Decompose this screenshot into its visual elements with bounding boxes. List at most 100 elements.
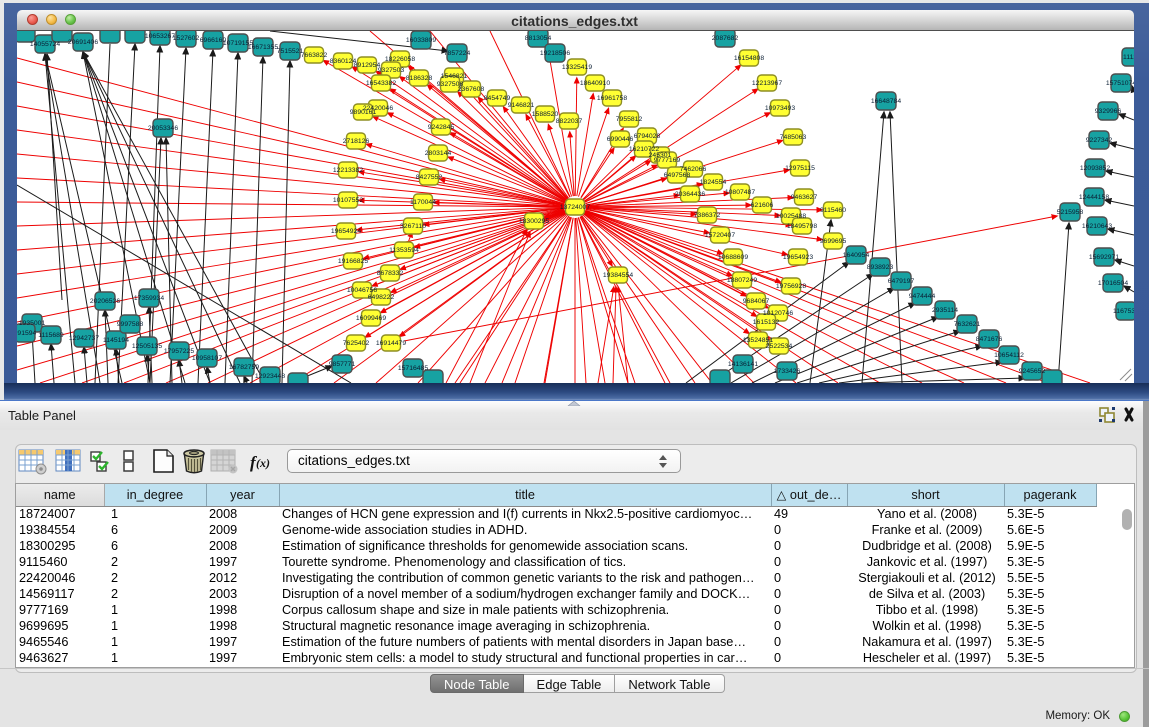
svg-text:16099469: 16099469	[356, 315, 386, 322]
svg-text:12505135: 12505135	[132, 343, 162, 350]
svg-text:9777169: 9777169	[654, 157, 681, 164]
svg-text:6498222: 6498222	[368, 294, 395, 301]
svg-text:1733426: 1733426	[774, 368, 801, 375]
svg-text:5215958: 5215958	[1057, 209, 1084, 216]
svg-text:7485063: 7485063	[780, 134, 807, 141]
svg-text:19166825: 19166825	[338, 258, 368, 265]
svg-text:12213382: 12213382	[333, 167, 363, 174]
svg-text:6497568: 6497568	[664, 172, 691, 179]
svg-text:12923448: 12923448	[255, 373, 285, 380]
svg-text:9329966: 9329966	[1095, 108, 1122, 115]
svg-text:16543382: 16543382	[366, 80, 396, 87]
svg-text:1615132: 1615132	[753, 319, 780, 326]
svg-text:9115460: 9115460	[820, 207, 846, 214]
svg-text:10958107: 10958107	[192, 355, 222, 362]
svg-text:19654924: 19654924	[331, 228, 361, 235]
svg-text:16961758: 16961758	[597, 95, 627, 102]
svg-text:12975115: 12975115	[785, 165, 815, 172]
svg-text:1935001: 1935001	[19, 320, 46, 327]
svg-text:391594: 391594	[17, 330, 37, 337]
svg-text:18226058: 18226058	[385, 56, 415, 63]
svg-text:6479197: 6479197	[888, 278, 915, 285]
svg-text:2718126: 2718126	[343, 138, 370, 145]
svg-text:9327503: 9327503	[378, 67, 405, 74]
svg-text:(x): (x)	[256, 456, 270, 470]
svg-text:7663822: 7663822	[301, 52, 328, 59]
svg-text:8938923: 8938923	[867, 264, 894, 271]
svg-text:10807487: 10807487	[725, 189, 755, 196]
svg-text:7386372: 7386372	[694, 212, 721, 219]
svg-text:1115689: 1115689	[38, 332, 64, 339]
svg-text:9146821: 9146821	[508, 102, 535, 109]
svg-text:19218506: 19218506	[540, 50, 570, 57]
svg-text:10973493: 10973493	[765, 105, 795, 112]
svg-text:6990446: 6990446	[607, 136, 634, 143]
svg-text:18724007: 18724007	[560, 204, 590, 211]
svg-text:16648784: 16648784	[871, 98, 901, 105]
svg-text:12942737: 12942737	[69, 335, 99, 342]
svg-text:9684067: 9684067	[743, 298, 770, 305]
svg-text:10046756: 10046756	[347, 287, 377, 294]
svg-text:1824554: 1824554	[700, 179, 727, 186]
svg-text:7857224: 7857224	[444, 50, 471, 57]
svg-text:18807249: 18807249	[727, 277, 757, 284]
svg-text:15720407: 15720407	[705, 232, 735, 239]
svg-text:17016504: 17016504	[1098, 280, 1128, 287]
svg-text:1167533: 1167533	[1113, 308, 1134, 315]
svg-text:1546821: 1546821	[441, 73, 468, 80]
svg-text:9890161: 9890161	[350, 109, 377, 116]
svg-text:2522534: 2522534	[766, 343, 793, 350]
svg-text:20691406: 20691406	[68, 39, 98, 46]
svg-text:8813054: 8813054	[525, 35, 552, 42]
svg-text:14055724: 14055724	[30, 41, 60, 48]
svg-text:3267110: 3267110	[400, 223, 426, 230]
svg-text:12444158: 12444158	[1079, 194, 1109, 201]
svg-text:12093852: 12093852	[1080, 165, 1110, 172]
svg-text:7625402: 7625402	[343, 340, 370, 347]
svg-text:10107552: 10107552	[333, 197, 363, 204]
svg-text:621606: 621606	[751, 202, 774, 209]
svg-text:2803144: 2803144	[425, 150, 452, 157]
svg-text:10653267: 10653267	[145, 33, 175, 40]
svg-text:18495798: 18495798	[787, 223, 817, 230]
svg-text:9463627: 9463627	[791, 194, 818, 201]
svg-text:8678332: 8678332	[377, 270, 404, 277]
svg-text:10025488: 10025488	[776, 213, 806, 220]
svg-text:16154808: 16154808	[734, 55, 764, 62]
svg-text:17359934: 17359934	[134, 295, 164, 302]
svg-text:10120746: 10120746	[763, 310, 793, 317]
svg-text:1145194: 1145194	[103, 337, 129, 344]
svg-text:8427552: 8427552	[416, 174, 443, 181]
svg-text:16033809: 16033809	[406, 37, 436, 44]
svg-text:19756928: 19756928	[776, 283, 806, 290]
svg-text:15751074: 15751074	[1106, 80, 1134, 87]
svg-text:8912954: 8912954	[354, 62, 381, 69]
svg-text:9242845: 9242845	[428, 124, 455, 131]
svg-text:15692971: 15692971	[1089, 254, 1119, 261]
svg-text:11353594: 11353594	[389, 247, 419, 254]
svg-text:7955812: 7955812	[616, 116, 643, 123]
svg-text:9699695: 9699695	[820, 238, 847, 245]
svg-text:1170044: 1170044	[410, 199, 436, 206]
svg-text:10688609: 10688609	[718, 254, 748, 261]
svg-text:9857771: 9857771	[329, 361, 356, 368]
svg-text:11123: 11123	[1123, 54, 1134, 61]
svg-text:16210643: 16210643	[1082, 223, 1112, 230]
svg-text:8454749: 8454749	[484, 95, 511, 102]
svg-text:9474444: 9474444	[909, 293, 936, 300]
svg-text:1588520: 1588520	[532, 111, 559, 118]
svg-text:18640910: 18640910	[580, 80, 610, 87]
svg-text:8186328: 8186328	[406, 75, 433, 82]
svg-text:14136141: 14136141	[728, 361, 758, 368]
svg-text:1640954: 1640954	[843, 252, 870, 259]
svg-text:7632621: 7632621	[954, 321, 981, 328]
svg-text:17957225: 17957225	[164, 348, 194, 355]
svg-text:9245652: 9245652	[1019, 368, 1046, 375]
svg-text:9227342: 9227342	[1086, 137, 1113, 144]
svg-text:19384554: 19384554	[603, 272, 633, 279]
svg-text:19654923: 19654923	[783, 254, 813, 261]
svg-text:2367608: 2367608	[458, 86, 485, 93]
svg-text:16671355: 16671355	[248, 44, 278, 51]
svg-text:8360124: 8360124	[330, 58, 357, 65]
svg-text:12213967: 12213967	[752, 80, 782, 87]
